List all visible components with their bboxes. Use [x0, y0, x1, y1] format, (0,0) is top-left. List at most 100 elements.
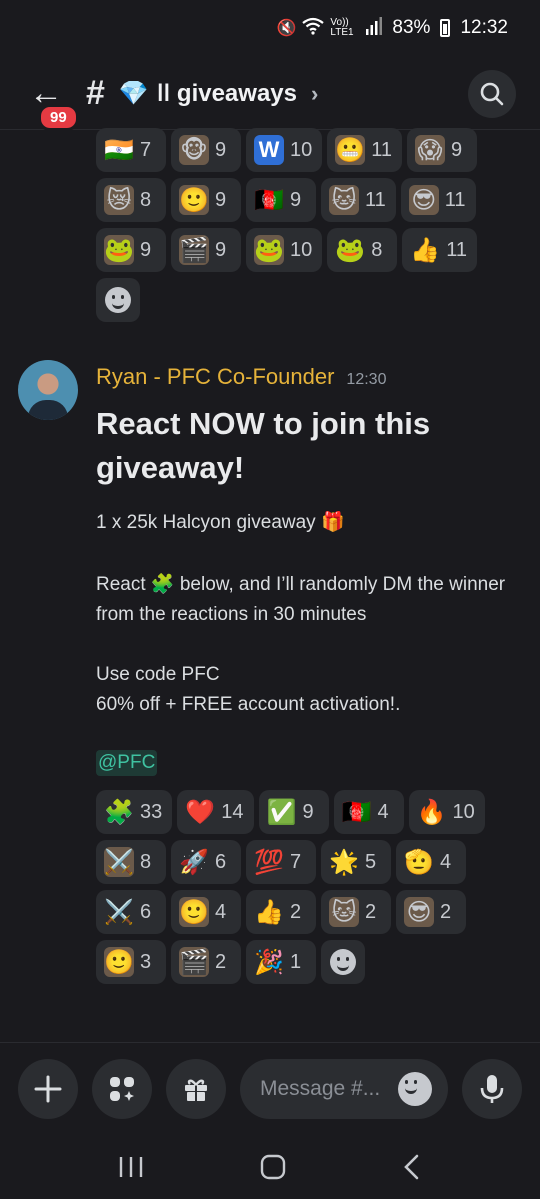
apps-button[interactable] [92, 1058, 152, 1119]
previous-message-reaction[interactable]: 🐸 9 [96, 228, 166, 272]
reaction-count: 33 [140, 800, 163, 823]
home-icon[interactable] [260, 1154, 286, 1180]
message-reaction[interactable]: 👍 2 [246, 890, 316, 934]
message-reaction[interactable]: 🌟 5 [321, 840, 391, 884]
reaction-count: 9 [451, 138, 463, 161]
previous-message-reaction[interactable]: 👍 11 [402, 228, 478, 272]
reaction-emoji-icon: 🙂 [179, 185, 209, 215]
reaction-emoji-icon: 😎 [408, 185, 439, 215]
channel-title[interactable]: 💎 ǀǀ giveaways › [119, 79, 318, 108]
reaction-count: 5 [365, 850, 377, 873]
previous-message-reaction[interactable]: 😿 8 [96, 178, 166, 222]
reaction-count: 4 [440, 850, 452, 873]
add-reaction-button[interactable] [321, 940, 365, 984]
reaction-emoji-icon: 🇮🇳 [104, 136, 134, 164]
reaction-emoji-icon: 💯 [254, 848, 284, 876]
message-composer: Message #... [0, 1042, 540, 1134]
previous-message-reaction[interactable]: 😎 11 [400, 178, 476, 222]
add-attachment-button[interactable] [18, 1058, 78, 1119]
add-reaction-button[interactable] [96, 278, 140, 322]
reaction-emoji-icon: 🐱 [329, 185, 359, 215]
previous-message-reactions: 🇮🇳 7 🐵 9 W 10 😬 11 😱 9 😿 8 🙂 9 🇦🇫 9 🐱 11 😎 11 🐸 9 🎬 9 🐸 10 🐸 8 👍 11 [96, 128, 516, 322]
reaction-count: 9 [302, 800, 314, 823]
message-reaction[interactable]: ⚔️ 8 [96, 840, 166, 884]
previous-message-reaction[interactable]: W 10 [246, 128, 323, 172]
message-reaction[interactable]: ✅ 9 [258, 790, 329, 834]
reaction-count: 3 [140, 950, 152, 973]
author-name[interactable]: Ryan - PFC Co-Founder [96, 364, 334, 390]
back-button[interactable]: ← 99 [24, 72, 79, 131]
reaction-emoji-icon: ⚔️ [104, 898, 134, 926]
gift-button[interactable] [166, 1058, 226, 1119]
voice-message-button[interactable] [462, 1058, 522, 1119]
gift-icon [185, 1079, 207, 1101]
emoji-picker-icon[interactable] [398, 1071, 432, 1106]
reaction-count: 9 [290, 188, 302, 211]
reaction-emoji-icon: 🎬 [179, 947, 209, 977]
microphone-icon [480, 1074, 504, 1103]
reaction-count: 2 [215, 950, 227, 973]
reaction-count: 6 [140, 900, 152, 923]
reaction-count: 10 [290, 138, 313, 161]
message-reaction[interactable]: 🙂 4 [171, 890, 241, 934]
previous-message-reaction[interactable]: 🐵 9 [171, 128, 241, 172]
message-reaction[interactable]: 🙂 3 [96, 940, 166, 984]
avatar[interactable] [18, 360, 78, 420]
message-reaction[interactable]: 🎉 1 [246, 940, 316, 984]
back-nav-icon[interactable] [402, 1154, 422, 1180]
reaction-count: 11 [446, 238, 468, 261]
battery-percent: 83% [392, 17, 431, 38]
message-line-offer: 60% off + FREE account activation!. [96, 694, 401, 715]
search-button[interactable] [468, 70, 516, 118]
reaction-count: 6 [215, 850, 227, 873]
previous-message-reaction[interactable]: 🐸 10 [246, 228, 323, 272]
message-reaction[interactable]: 😎 2 [396, 890, 466, 934]
reaction-emoji-icon: ❤️ [185, 798, 216, 826]
previous-message-reaction[interactable]: 🇦🇫 9 [246, 178, 316, 222]
message-reaction[interactable]: 🫡 4 [396, 840, 466, 884]
previous-message-reaction[interactable]: 🇮🇳 7 [96, 128, 166, 172]
reaction-emoji-icon: 🙂 [179, 897, 209, 927]
message-reactions: 🧩 33 ❤️ 14 ✅ 9 🇦🇫 4 🔥 10 ⚔️ 8 🚀 6 💯 7 🌟 5 🫡 4 ⚔️ 6 🙂 4 👍 2 🐱 2 😎 2 🙂 3 🎬… [96, 790, 516, 984]
message-title: React NOW to join this giveaway! [96, 406, 431, 485]
reaction-emoji-icon: 🧩 [104, 798, 134, 826]
message-reaction[interactable]: 💯 7 [246, 840, 316, 884]
message-line-giveaway: 1 x 25k Halcyon giveaway 🎁 [96, 512, 345, 533]
reaction-count: 1 [290, 950, 302, 973]
timestamp: 12:30 [346, 371, 387, 388]
reaction-count: 14 [221, 800, 244, 823]
reaction-count: 9 [215, 238, 227, 261]
reaction-emoji-icon: 🐸 [335, 236, 366, 264]
reaction-count: 8 [140, 850, 152, 873]
reaction-count: 10 [290, 238, 313, 261]
message-reaction[interactable]: 🚀 6 [171, 840, 241, 884]
diamond-icon: 💎 [118, 80, 149, 107]
mute-icon: 🔇 [276, 20, 297, 37]
message-reaction[interactable]: 🧩 33 [96, 790, 173, 834]
role-mention[interactable]: @PFC [96, 750, 158, 776]
reaction-emoji-icon: ✅ [266, 798, 297, 826]
reaction-emoji-icon: 😿 [104, 185, 134, 215]
message-input[interactable]: Message #... [240, 1058, 448, 1119]
hash-icon: # [86, 74, 105, 112]
system-nav-bar [0, 1134, 540, 1199]
message-reaction[interactable]: ⚔️ 6 [96, 890, 166, 934]
message-reaction[interactable]: 🐱 2 [321, 890, 391, 934]
search-icon [480, 82, 504, 106]
message-reaction[interactable]: 🎬 2 [171, 940, 241, 984]
message-reaction[interactable]: ❤️ 14 [177, 790, 254, 834]
previous-message-reaction[interactable]: 🐱 11 [321, 178, 396, 222]
previous-message-reaction[interactable]: 😬 11 [327, 128, 403, 172]
apps-icon [110, 1076, 134, 1101]
previous-message-reaction[interactable]: 🐸 8 [327, 228, 398, 272]
status-icons: 🔇 Vo)) LTE1 [276, 16, 383, 40]
message-placeholder: Message #... [260, 1076, 381, 1100]
previous-message-reaction[interactable]: 🎬 9 [171, 228, 241, 272]
recent-apps-icon[interactable] [118, 1155, 144, 1179]
reaction-emoji-icon: 🫡 [404, 848, 434, 876]
previous-message-reaction[interactable]: 😱 9 [407, 128, 478, 172]
message-reaction[interactable]: 🔥 10 [408, 790, 485, 834]
previous-message-reaction[interactable]: 🙂 9 [171, 178, 241, 222]
message-reaction[interactable]: 🇦🇫 4 [333, 790, 404, 834]
reaction-emoji-icon: 🐱 [329, 897, 359, 927]
